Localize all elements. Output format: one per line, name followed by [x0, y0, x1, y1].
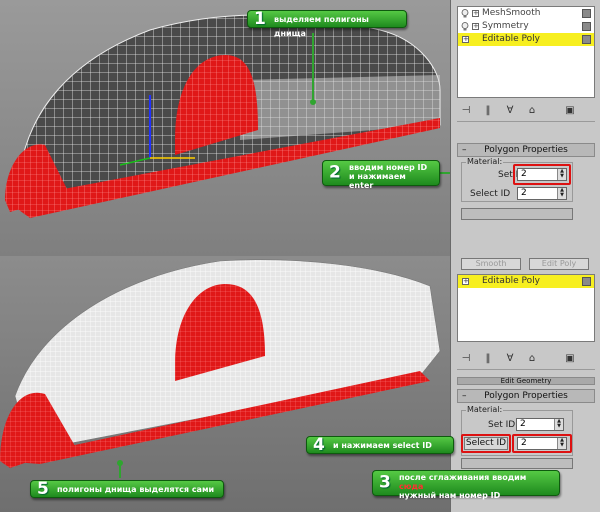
callout-number: 2 [329, 162, 341, 183]
tab-edit-poly[interactable]: Edit Poly [529, 258, 589, 270]
modifier-stack[interactable]: + Editable Poly [457, 274, 595, 342]
group-label: Material: [466, 157, 504, 166]
viewport-top[interactable] [0, 0, 450, 256]
callout-highlight-word: сюда [399, 482, 424, 491]
stack-item-meshsmooth[interactable]: + MeshSmooth [458, 7, 594, 20]
select-id-spinner[interactable]: 2 ▲ ▼ [517, 187, 567, 200]
pin-stack-icon[interactable]: ⊣ [459, 104, 473, 118]
modifier-toggle-icon[interactable] [582, 277, 591, 286]
stack-item-label: Editable Poly [482, 276, 540, 286]
callout-number: 4 [313, 435, 325, 455]
stack-item-editable-poly[interactable]: + Editable Poly [458, 33, 594, 46]
material-dropdown[interactable] [461, 458, 573, 469]
stack-toolbar: ⊣ ‖ ∀ ⌂ ▣ [457, 101, 595, 122]
stack-item-editable-poly[interactable]: + Editable Poly [458, 275, 594, 288]
callout-text: полигоны днища выделятся сами [57, 485, 215, 494]
spinner-arrows-icon[interactable]: ▲ ▼ [554, 419, 563, 430]
configure-modifier-sets-icon[interactable]: ▣ [563, 352, 577, 366]
callout-text: и нажимаем select ID [333, 441, 432, 450]
rollout-title: Edit Geometry [500, 377, 552, 385]
expand-icon[interactable]: + [472, 23, 479, 30]
modifier-toggle-icon[interactable] [582, 35, 591, 44]
rollout-title: Polygon Properties [484, 391, 568, 401]
expand-icon[interactable]: + [462, 278, 469, 285]
remove-modifier-icon[interactable]: ⌂ [525, 104, 539, 118]
top-panel: + MeshSmooth + Symmetry + Editable Poly … [0, 0, 600, 256]
collapse-icon[interactable]: – [462, 144, 467, 156]
tab-smooth[interactable]: Smooth [461, 258, 521, 270]
callout-line-2: нужный нам номер ID [399, 491, 501, 500]
callout-5: 5 полигоны днища выделятся сами [30, 480, 224, 498]
callout-3: 3 после сглаживания вводим сюда нужный н… [372, 470, 560, 500]
stack-item-symmetry[interactable]: + Symmetry [458, 20, 594, 33]
select-id-value: 2 [521, 188, 527, 198]
bottom-panel: Smooth Edit Poly + Editable Poly ⊣ ‖ ∀ ⌂… [0, 256, 600, 512]
spinner-arrows-icon[interactable]: ▲ ▼ [557, 188, 566, 199]
callout-text: после сглаживания вводим [399, 473, 527, 482]
make-unique-icon[interactable]: ∀ [503, 352, 517, 366]
car-model-low-poly [5, 14, 450, 218]
lightbulb-icon[interactable] [461, 9, 469, 18]
modifier-toggle-icon[interactable] [582, 9, 591, 18]
stack-item-label: MeshSmooth [482, 8, 541, 18]
lightbulb-icon[interactable] [461, 22, 469, 31]
configure-modifier-sets-icon[interactable]: ▣ [563, 104, 577, 118]
highlight-box [512, 434, 572, 453]
show-end-result-icon[interactable]: ‖ [481, 104, 495, 118]
highlight-box [461, 434, 511, 453]
modifier-stack[interactable]: + MeshSmooth + Symmetry + Editable Poly [457, 6, 595, 98]
rollout-polygon-properties[interactable]: – Polygon Properties [457, 389, 595, 403]
rollout-edit-geometry[interactable]: Edit Geometry [457, 377, 595, 385]
set-id-label: Set ID: [488, 420, 519, 430]
callout-line-2: и нажимаем enter [349, 172, 406, 190]
callout-number: 3 [379, 472, 391, 493]
callout-number: 1 [254, 9, 266, 29]
callout-line-1: вводим номер ID [349, 163, 428, 172]
callout-1: 1 выделяем полигоны днища [247, 9, 407, 38]
set-id-value: 2 [520, 419, 526, 429]
set-id-spinner[interactable]: 2 ▲ ▼ [516, 418, 564, 431]
pin-stack-icon[interactable]: ⊣ [459, 352, 473, 366]
expand-icon[interactable]: + [472, 10, 479, 17]
expand-icon[interactable]: + [462, 36, 469, 43]
make-unique-icon[interactable]: ∀ [503, 104, 517, 118]
callout-line-1: после сглаживания вводим сюда [399, 473, 551, 491]
group-label: Material: [466, 405, 504, 414]
stack-item-label: Symmetry [482, 21, 529, 31]
stack-item-label: Editable Poly [482, 34, 540, 44]
modifier-toggle-icon[interactable] [582, 22, 591, 31]
callout-2: 2 вводим номер ID и нажимаем enter [322, 160, 440, 190]
material-dropdown[interactable] [461, 208, 573, 220]
command-panel-top: + MeshSmooth + Symmetry + Editable Poly … [450, 0, 600, 256]
callout-4: 4 и нажимаем select ID [306, 436, 454, 454]
callout-number: 5 [37, 479, 49, 499]
remove-modifier-icon[interactable]: ⌂ [525, 352, 539, 366]
collapse-icon[interactable]: – [462, 390, 467, 402]
stack-toolbar: ⊣ ‖ ∀ ⌂ ▣ [457, 349, 595, 370]
rollout-title: Polygon Properties [484, 145, 568, 155]
show-end-result-icon[interactable]: ‖ [481, 352, 495, 366]
select-id-label: Select ID [470, 189, 511, 199]
highlight-box [513, 164, 571, 185]
rollout-polygon-properties[interactable]: – Polygon Properties [457, 143, 595, 157]
